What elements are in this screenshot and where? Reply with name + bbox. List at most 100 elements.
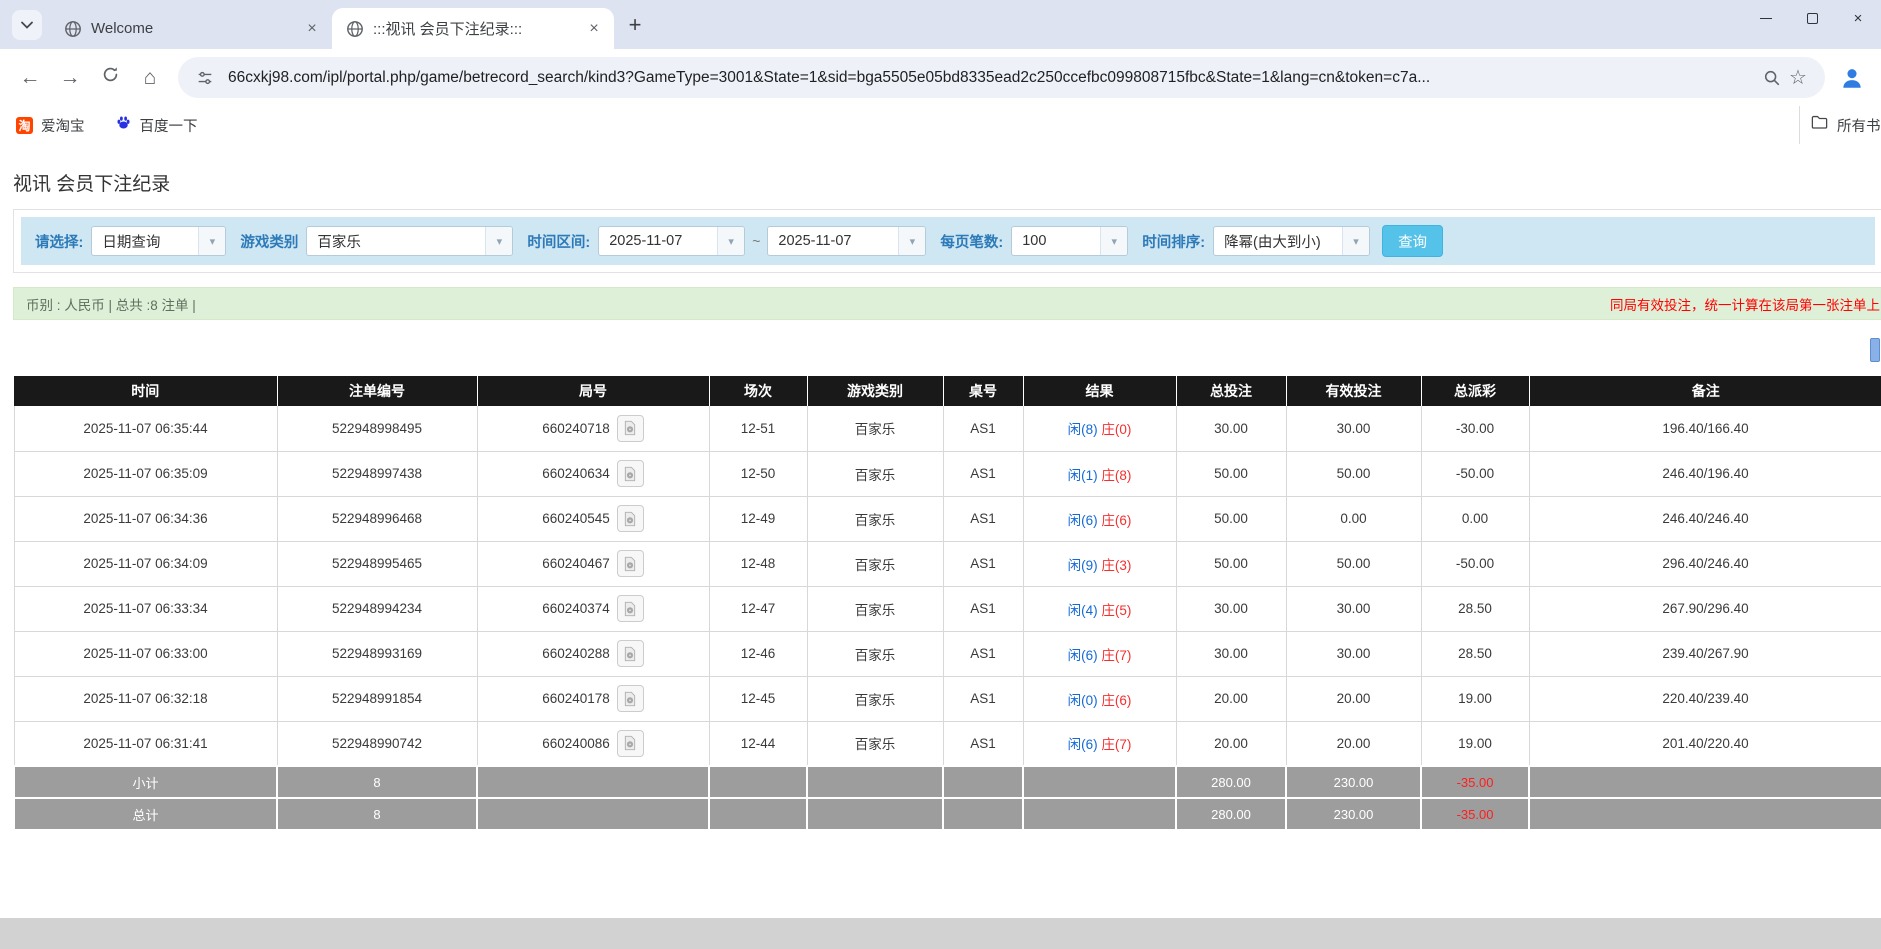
chevron-down-icon[interactable]: ▾ bbox=[898, 227, 925, 255]
bookmark-baidu[interactable]: 百度一下 bbox=[115, 114, 198, 136]
summary-count: 8 bbox=[277, 766, 477, 798]
new-tab-button[interactable]: + bbox=[620, 10, 650, 40]
bet-time: 2025-11-07 06:34:36 bbox=[14, 496, 277, 541]
bottom-strip bbox=[0, 918, 1881, 949]
per-page-select[interactable]: 100 ▾ bbox=[1011, 226, 1128, 256]
minimize-button[interactable] bbox=[1743, 0, 1789, 36]
round-number: 660240634 bbox=[542, 466, 610, 481]
chevron-down-icon[interactable]: ▾ bbox=[1100, 227, 1127, 255]
baidu-paw-icon bbox=[115, 114, 132, 136]
home-button[interactable]: ⌂ bbox=[130, 58, 170, 98]
date-to-select[interactable]: 2025-11-07 ▾ bbox=[767, 226, 926, 256]
summary-empty-cell bbox=[709, 798, 807, 830]
tab-welcome[interactable]: Welcome × bbox=[50, 8, 332, 49]
query-type-value[interactable]: 日期查询 bbox=[92, 227, 198, 255]
url-text[interactable]: 66cxkj98.com/ipl/portal.php/game/betreco… bbox=[228, 69, 1749, 87]
chevron-down-icon[interactable]: ▾ bbox=[1342, 227, 1369, 255]
game-type: 百家乐 bbox=[807, 586, 943, 631]
session-number: 12-44 bbox=[709, 721, 807, 766]
query-type-select[interactable]: 日期查询 ▾ bbox=[91, 226, 226, 256]
result-player: 闲(4) bbox=[1068, 603, 1098, 618]
payout: 0.00 bbox=[1421, 496, 1529, 541]
game-type: 百家乐 bbox=[807, 496, 943, 541]
valid-bet: 30.00 bbox=[1286, 406, 1421, 451]
video-replay-icon[interactable] bbox=[617, 640, 644, 667]
video-replay-icon[interactable] bbox=[617, 595, 644, 622]
time-range-label: 时间区间: bbox=[527, 231, 590, 252]
remark: 267.90/296.40 bbox=[1529, 586, 1881, 631]
video-replay-icon[interactable] bbox=[617, 505, 644, 532]
address-bar[interactable]: 66cxkj98.com/ipl/portal.php/game/betreco… bbox=[178, 57, 1825, 98]
sort-value[interactable]: 降幂(由大到小) bbox=[1214, 227, 1342, 255]
header-cell: 结果 bbox=[1023, 376, 1176, 406]
per-page-value[interactable]: 100 bbox=[1012, 227, 1100, 255]
zoom-icon[interactable] bbox=[1759, 65, 1785, 91]
date-from-select[interactable]: 2025-11-07 ▾ bbox=[598, 226, 745, 256]
table-number: AS1 bbox=[943, 406, 1023, 451]
maximize-button[interactable] bbox=[1789, 0, 1835, 36]
maximize-icon bbox=[1807, 13, 1818, 24]
date-from-value[interactable]: 2025-11-07 bbox=[599, 227, 717, 255]
game-type-select[interactable]: 百家乐 ▾ bbox=[306, 226, 513, 256]
sort-select[interactable]: 降幂(由大到小) ▾ bbox=[1213, 226, 1370, 256]
video-replay-icon[interactable] bbox=[617, 730, 644, 757]
total-bet[interactable]: 20.00 bbox=[1176, 721, 1286, 766]
video-replay-icon[interactable] bbox=[617, 685, 644, 712]
close-tab-icon[interactable]: × bbox=[584, 19, 604, 39]
profile-avatar[interactable] bbox=[1833, 59, 1871, 97]
query-button[interactable]: 查询 bbox=[1382, 225, 1443, 257]
total-bet[interactable]: 20.00 bbox=[1176, 676, 1286, 721]
round-cell: 660240086 bbox=[477, 721, 709, 766]
bookmark-label: 百度一下 bbox=[140, 115, 198, 136]
total-bet[interactable]: 50.00 bbox=[1176, 541, 1286, 586]
video-replay-icon[interactable] bbox=[617, 460, 644, 487]
bet-id: 522948993169 bbox=[277, 631, 477, 676]
round-number: 660240718 bbox=[542, 421, 610, 436]
valid-bet: 0.00 bbox=[1286, 496, 1421, 541]
currency-summary-text: 币别 : 人民币 | 总共 :8 注单 | bbox=[26, 294, 196, 314]
tab-search-button[interactable] bbox=[12, 10, 42, 40]
round-wrap: 660240545 bbox=[478, 505, 709, 532]
game-type: 百家乐 bbox=[807, 631, 943, 676]
total-bet[interactable]: 30.00 bbox=[1176, 586, 1286, 631]
back-button[interactable]: ← bbox=[10, 58, 50, 98]
remark: 246.40/246.40 bbox=[1529, 496, 1881, 541]
scrollbar-thumb[interactable] bbox=[1870, 338, 1880, 362]
date-to-value[interactable]: 2025-11-07 bbox=[768, 227, 898, 255]
table-number: AS1 bbox=[943, 586, 1023, 631]
chevron-down-icon[interactable]: ▾ bbox=[485, 227, 512, 255]
total-bet[interactable]: 30.00 bbox=[1176, 406, 1286, 451]
table-number: AS1 bbox=[943, 541, 1023, 586]
tab-bet-record[interactable]: :::视讯 会员下注纪录::: × bbox=[332, 8, 614, 49]
tab-strip: Welcome × :::视讯 会员下注纪录::: × + × bbox=[0, 0, 1881, 49]
valid-bet: 30.00 bbox=[1286, 586, 1421, 631]
chevron-down-icon[interactable]: ▾ bbox=[717, 227, 744, 255]
filter-panel: 请选择: 日期查询 ▾ 游戏类别 百家乐 ▾ 时间区间: 2025-11-07 … bbox=[13, 209, 1881, 273]
video-replay-icon[interactable] bbox=[617, 415, 644, 442]
globe-icon bbox=[64, 20, 82, 38]
summary-label: 小计 bbox=[14, 766, 277, 798]
table-row: 2025-11-07 06:33:00522948993169660240288… bbox=[14, 631, 1881, 676]
total-bet[interactable]: 50.00 bbox=[1176, 496, 1286, 541]
site-settings-icon[interactable] bbox=[192, 65, 218, 91]
total-bet[interactable]: 50.00 bbox=[1176, 451, 1286, 496]
result-player: 闲(6) bbox=[1068, 648, 1098, 663]
result-banker: 庄(6) bbox=[1101, 693, 1131, 708]
header-cell: 注单编号 bbox=[277, 376, 477, 406]
summary-empty-cell bbox=[943, 766, 1023, 798]
close-window-button[interactable]: × bbox=[1835, 0, 1881, 36]
round-wrap: 660240718 bbox=[478, 415, 709, 442]
video-replay-icon[interactable] bbox=[617, 550, 644, 577]
total-bet[interactable]: 30.00 bbox=[1176, 631, 1286, 676]
chevron-down-icon[interactable]: ▾ bbox=[198, 227, 225, 255]
close-tab-icon[interactable]: × bbox=[302, 19, 322, 39]
game-type-value[interactable]: 百家乐 bbox=[307, 227, 485, 255]
result-player: 闲(6) bbox=[1068, 513, 1098, 528]
bookmark-taobao[interactable]: 淘 爱淘宝 bbox=[16, 115, 85, 136]
bookmark-star-icon[interactable]: ☆ bbox=[1785, 65, 1811, 91]
reload-button[interactable] bbox=[90, 58, 130, 98]
table-row: 2025-11-07 06:34:09522948995465660240467… bbox=[14, 541, 1881, 586]
payout: -30.00 bbox=[1421, 406, 1529, 451]
forward-button[interactable]: → bbox=[50, 58, 90, 98]
all-bookmarks-button[interactable]: 所有书签 bbox=[1799, 106, 1881, 144]
